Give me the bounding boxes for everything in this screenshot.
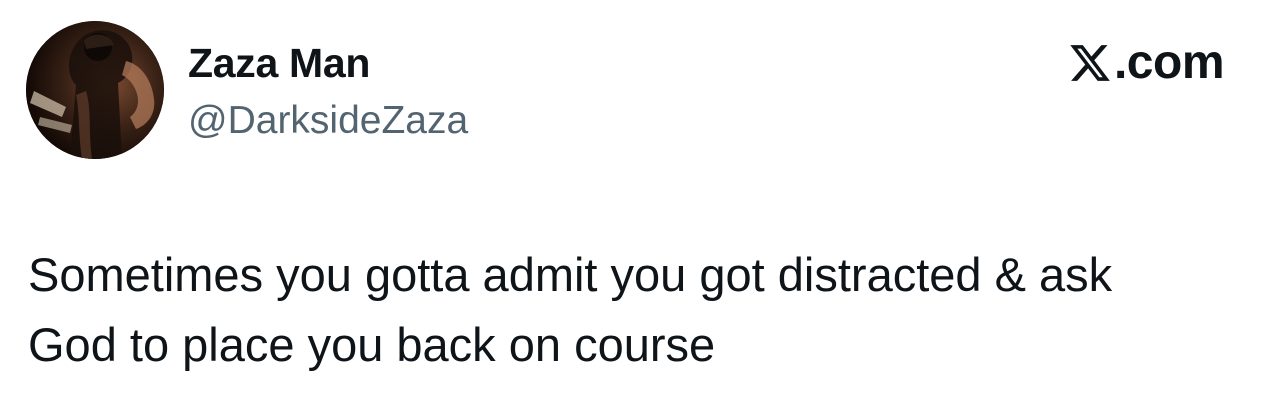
x-logo-icon: [1070, 45, 1110, 81]
tweet-text-line: Sometimes you gotta admit you got distra…: [28, 248, 1113, 301]
profile-photo-icon: [26, 21, 164, 159]
brand-domain-label: .com: [1113, 36, 1225, 89]
x-brand-logo: .com: [1068, 36, 1225, 90]
tweet-text: Sometimes you gotta admit you got distra…: [28, 240, 1258, 380]
avatar[interactable]: [26, 21, 164, 159]
tweet-card: Zaza Man @DarksideZaza .com Sometimes yo…: [0, 0, 1280, 412]
tweet-text-line: God to place you back on course: [28, 318, 716, 371]
display-name[interactable]: Zaza Man: [188, 38, 370, 88]
user-handle[interactable]: @DarksideZaza: [188, 96, 468, 146]
